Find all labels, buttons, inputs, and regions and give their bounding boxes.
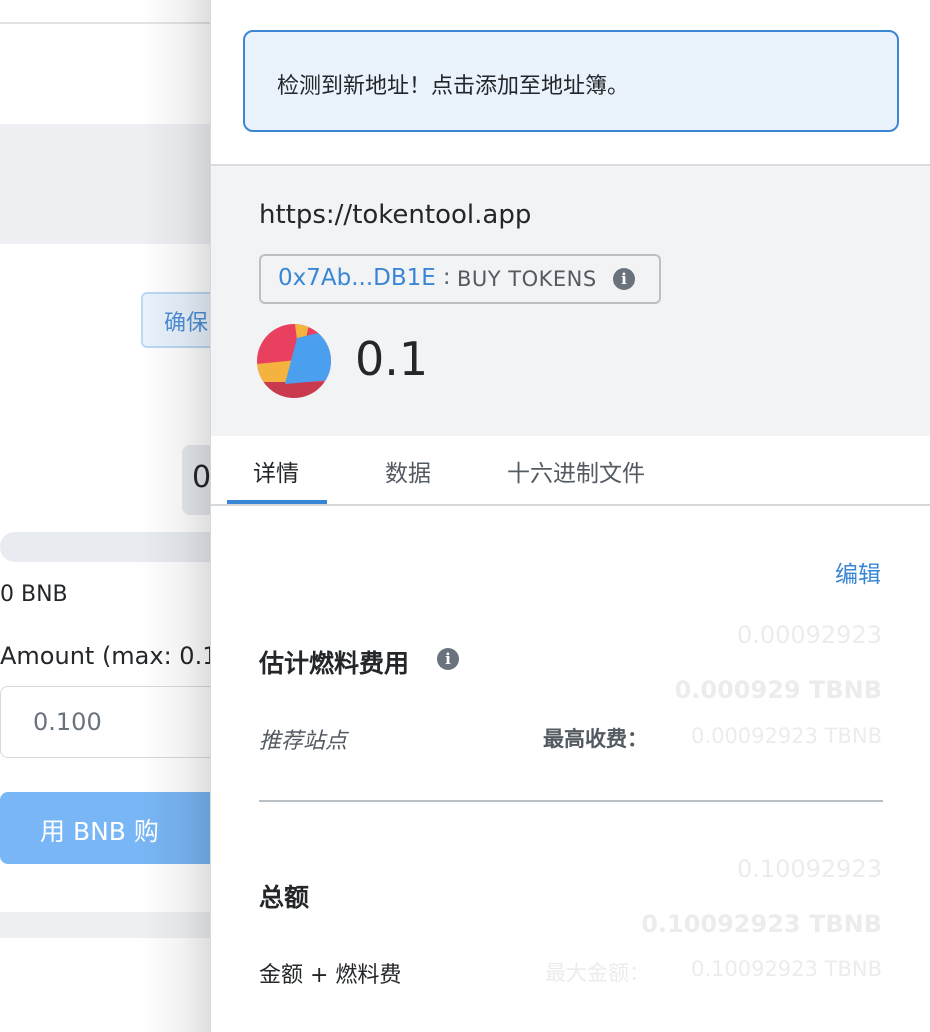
edit-gas-button[interactable]: 编辑 [835,555,881,589]
info-icon[interactable]: i [613,268,635,290]
tab-data[interactable]: 数据 [385,454,431,488]
transaction-amount: 0.1 [355,332,429,386]
recommended-site-label: 推荐站点 [259,729,348,754]
new-address-notice-text: 检测到新地址！点击添加至地址簿。 [277,74,630,99]
wallet-confirm-popup: 检测到新地址！点击添加至地址簿。 https://tokentool.app 0… [210,0,930,1032]
account-identicon-icon [257,324,331,398]
amount-plus-gas-label: 金额 + 燃料费 [259,963,402,988]
popup-shadow [140,0,210,1032]
method-separator: : [443,265,451,290]
background-amount-value: 0.100 [33,708,102,736]
total-primary-amount: 0.10092923 TBNB [641,910,882,938]
max-amount-label: 最大金额： [545,961,650,985]
tab-details[interactable]: 详情 [253,454,299,488]
background-balance: 0 BNB [0,582,68,607]
max-amount-value: 0.10092923 TBNB [691,957,882,981]
new-address-notice[interactable]: 检测到新地址！点击添加至地址簿。 [243,30,899,132]
section-divider [259,800,883,802]
total-title: 总额 [259,883,310,912]
max-fee-value: 0.00092923 TBNB [691,724,882,748]
gas-info-icon[interactable]: i [437,648,459,670]
estimated-gas-title: 估计燃料费用 [259,649,410,678]
max-fee-label: 最高收费： [543,727,648,751]
active-tab-indicator [227,500,327,504]
tab-bar: 详情 数据 十六进制文件 [211,436,930,506]
gas-secondary-amount: 0.00092923 [736,621,882,649]
tab-hex[interactable]: 十六进制文件 [507,454,645,488]
contract-address-link[interactable]: 0x7Ab...DB1E [278,265,436,291]
origin-url: https://tokentool.app [259,200,532,230]
method-name: BUY TOKENS [457,267,597,291]
gas-primary-amount: 0.000929 TBNB [674,676,882,704]
transaction-summary: https://tokentool.app 0x7Ab...DB1E : BUY… [211,166,930,436]
contract-method-box: 0x7Ab...DB1E : BUY TOKENS i [259,254,661,304]
total-secondary-amount: 0.10092923 [736,855,882,883]
